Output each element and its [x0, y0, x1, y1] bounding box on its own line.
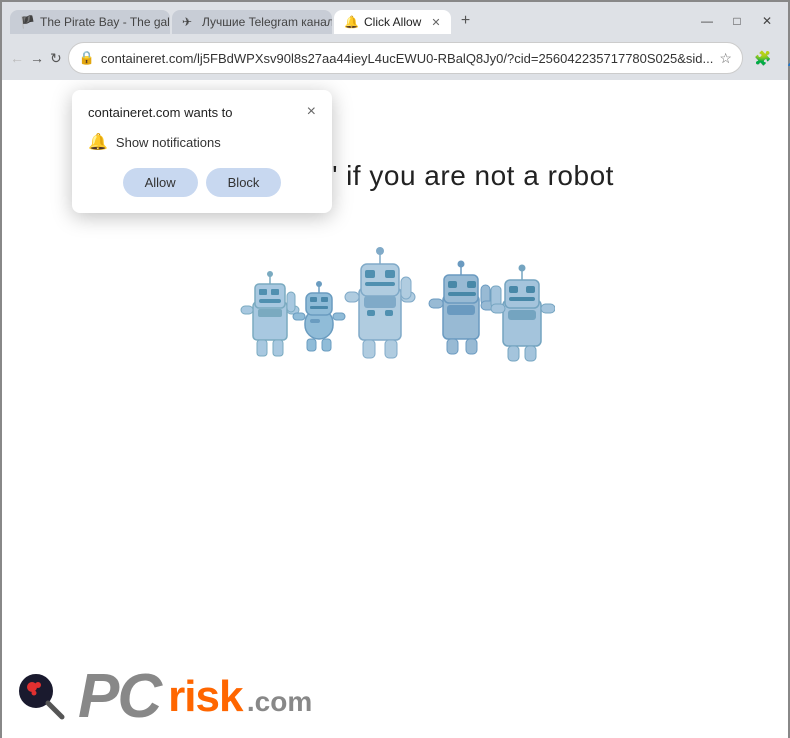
popup-header: containeret.com wants to × [88, 104, 316, 120]
tab-2[interactable]: ✈ Лучшие Telegram каналы | ТО... ✕ [172, 10, 332, 34]
toolbar-icons: 🧩 👤 ⋮ [749, 44, 790, 72]
address-text: containeret.com/lj5FBdWPXsv90l8s27aa44ie… [101, 51, 713, 66]
robot-illustration [235, 222, 555, 382]
tabs-area: 🏴 The Pirate Bay - The galaxy's m... ✕ ✈… [10, 8, 694, 34]
back-button[interactable]: ← [10, 44, 24, 72]
tab-1[interactable]: 🏴 The Pirate Bay - The galaxy's m... ✕ [10, 10, 170, 34]
permission-text: Show notifications [116, 135, 221, 150]
refresh-icon: ↻ [50, 50, 62, 67]
tab-3-close[interactable]: ✕ [431, 16, 440, 29]
popup-title: containeret.com wants to [88, 105, 233, 120]
notification-popup: containeret.com wants to × 🔔 Show notifi… [72, 90, 332, 213]
risk-text: risk [168, 672, 242, 721]
dot-com-text: .com [247, 686, 312, 717]
risk-com: risk .com [168, 675, 312, 719]
bookmark-icon[interactable]: ☆ [719, 50, 732, 67]
back-icon: ← [10, 50, 24, 66]
window-controls: — □ ✕ [694, 11, 780, 31]
refresh-button[interactable]: ↻ [50, 44, 62, 72]
maximize-button[interactable]: □ [724, 11, 750, 31]
pc-text: PC [78, 666, 160, 728]
lock-icon: 🔒 [79, 50, 95, 66]
profile-button[interactable]: 👤 [781, 44, 790, 72]
magnifier-icon [16, 671, 68, 723]
title-bar: 🏴 The Pirate Bay - The galaxy's m... ✕ ✈… [2, 2, 788, 38]
minimize-button[interactable]: — [694, 11, 720, 31]
popup-permission: 🔔 Show notifications [88, 132, 316, 152]
close-button[interactable]: ✕ [754, 11, 780, 31]
tab-1-label: The Pirate Bay - The galaxy's m... [40, 15, 170, 29]
pcrisk-logo: PC risk .com [78, 666, 312, 728]
profile-icon: 👤 [786, 50, 790, 67]
toolbar: ← → ↻ 🔒 containeret.com/lj5FBdWPXsv90l8s… [2, 38, 788, 80]
block-button[interactable]: Block [206, 168, 282, 197]
popup-buttons: Allow Block [88, 168, 316, 197]
tab-3-favicon: 🔔 [344, 15, 358, 29]
extensions-icon: 🧩 [754, 50, 771, 67]
footer-watermark: PC risk .com [2, 656, 788, 738]
address-bar[interactable]: 🔒 containeret.com/lj5FBdWPXsv90l8s27aa44… [68, 42, 743, 74]
new-tab-button[interactable]: + [453, 8, 479, 34]
tab-2-favicon: ✈ [182, 15, 196, 29]
browser-content: containeret.com wants to × 🔔 Show notifi… [2, 80, 788, 738]
bell-icon: 🔔 [88, 132, 108, 152]
allow-button[interactable]: Allow [123, 168, 198, 197]
forward-icon: → [30, 50, 44, 66]
popup-close-button[interactable]: × [307, 104, 316, 120]
forward-button[interactable]: → [30, 44, 44, 72]
tab-2-label: Лучшие Telegram каналы | ТО... [202, 15, 332, 29]
tab-1-favicon: 🏴 [20, 15, 34, 29]
extensions-button[interactable]: 🧩 [749, 44, 777, 72]
browser-chrome: 🏴 The Pirate Bay - The galaxy's m... ✕ ✈… [2, 2, 788, 80]
tab-3[interactable]: 🔔 Click Allow ✕ [334, 10, 451, 34]
tab-3-label: Click Allow [364, 15, 421, 29]
